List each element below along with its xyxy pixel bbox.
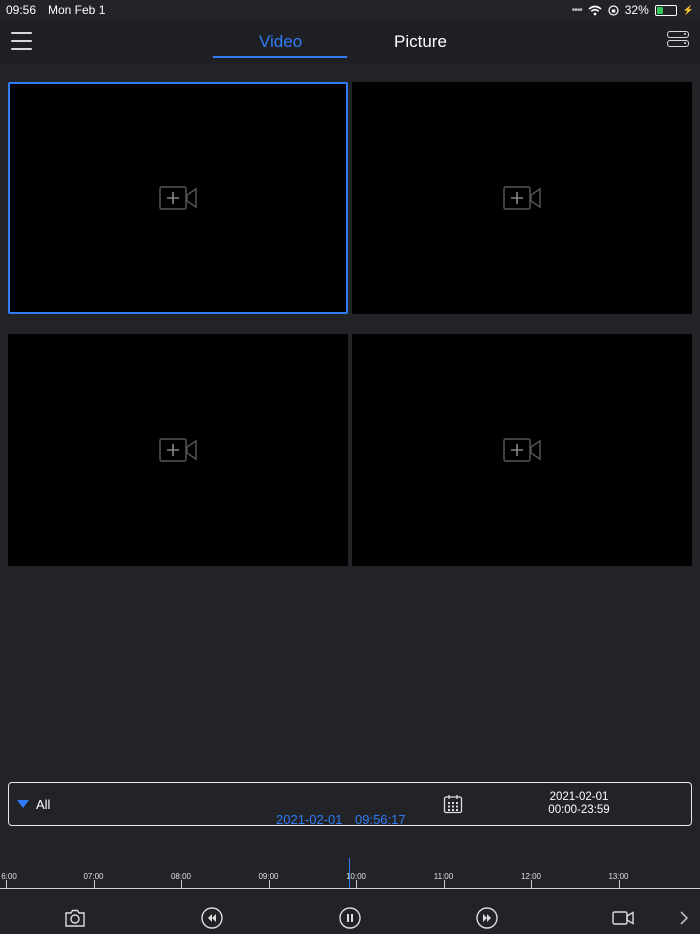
battery-percent: 32% xyxy=(624,3,649,17)
timeline-label: 12:00 xyxy=(520,872,542,881)
timeline-label: 08:00 xyxy=(170,872,192,881)
menu-icon[interactable] xyxy=(11,32,32,50)
pause-icon[interactable] xyxy=(338,906,362,930)
timeline-tick xyxy=(531,880,532,888)
device-list-icon[interactable] xyxy=(667,31,689,51)
status-time: 09:56 xyxy=(6,3,37,17)
add-camera-icon xyxy=(159,438,197,462)
wifi-icon xyxy=(588,5,602,15)
timeline-label: 09:00 xyxy=(258,872,279,881)
tab-picture[interactable]: Picture xyxy=(394,32,447,52)
video-tile-1[interactable] xyxy=(8,82,348,314)
timeline-label: 07:00 xyxy=(83,872,104,881)
record-video-icon[interactable] xyxy=(611,906,635,930)
timeline[interactable]: 6:00 07:00 08:00 09:00 10:00 11:00 12:00 13:00 xyxy=(0,858,700,890)
status-bar: 09:56 Mon Feb 1 •••• 32% ⚡ xyxy=(0,0,700,20)
battery-icon xyxy=(654,4,677,16)
timeline-tick xyxy=(181,880,182,888)
timeline-axis xyxy=(0,888,700,889)
rewind-icon[interactable] xyxy=(200,906,224,930)
filter-dropdown[interactable]: All xyxy=(36,797,50,812)
video-tile-3[interactable] xyxy=(8,334,348,566)
snapshot-camera-icon[interactable] xyxy=(63,906,87,930)
timeline-label: 11:00 xyxy=(433,872,454,881)
video-tile-4[interactable] xyxy=(352,334,692,566)
add-camera-icon xyxy=(503,438,541,462)
fast-forward-icon[interactable] xyxy=(475,906,499,930)
timeline-tick xyxy=(268,880,270,888)
chevron-right-icon[interactable] xyxy=(676,906,692,930)
timeline-label: 13:00 xyxy=(608,872,629,881)
timeline-label: 6:00 xyxy=(1,872,17,881)
current-playback-time: 2021-02-01 09:56:17 xyxy=(0,812,700,832)
charging-icon: ⚡ xyxy=(682,4,694,15)
tab-video-underline xyxy=(213,56,347,58)
playback-time: 09:56:17 xyxy=(355,812,406,827)
signal-dots-icon: •••• xyxy=(571,4,583,16)
add-camera-icon xyxy=(503,186,541,210)
timeline-label: 10:00 xyxy=(345,872,367,881)
date-range-date: 2021-02-01 xyxy=(549,791,609,803)
timeline-tick xyxy=(6,880,7,888)
status-date: Mon Feb 1 xyxy=(48,3,106,17)
timeline-tick xyxy=(356,880,357,888)
timeline-tick xyxy=(618,880,620,888)
add-camera-icon xyxy=(159,186,197,210)
battery-fill xyxy=(656,6,663,14)
playback-date: 2021-02-01 xyxy=(276,812,343,827)
dropdown-triangle-icon[interactable] xyxy=(17,800,29,808)
video-tile-2[interactable] xyxy=(352,82,692,314)
playback-controls xyxy=(0,900,700,934)
orientation-lock-icon xyxy=(608,4,619,16)
nav-bar: Video Picture xyxy=(0,20,700,64)
timeline-tick xyxy=(443,880,445,888)
status-right: •••• 32% ⚡ xyxy=(572,3,694,17)
timeline-tick xyxy=(93,880,95,888)
tab-video[interactable]: Video xyxy=(259,32,302,52)
calendar-icon[interactable] xyxy=(443,794,463,814)
